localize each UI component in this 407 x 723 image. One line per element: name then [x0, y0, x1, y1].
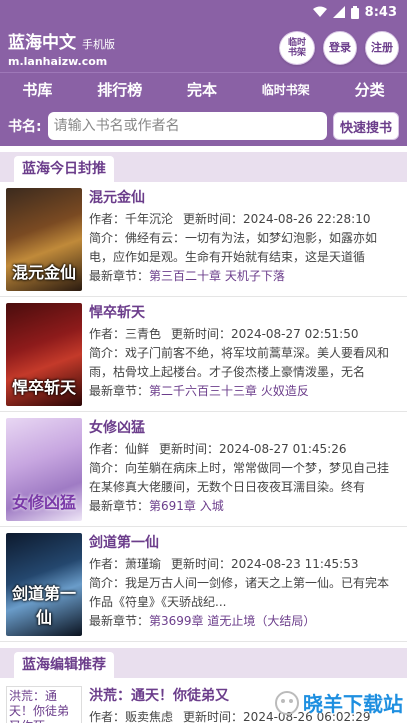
book-author: 千年沉沦: [125, 212, 174, 226]
author-label: 作者：: [89, 710, 126, 723]
intro-label: 简介：: [89, 346, 126, 360]
section-header-editor: 蓝海编辑推荐: [0, 648, 407, 678]
book-intro: 佛经有云：一切有为法，如梦幻泡影，如露亦如电，应作如是观。生命有开始就有结束，这…: [89, 231, 378, 264]
book-author: 萧瑾瑜: [125, 557, 162, 571]
temp-shelf-button[interactable]: 临时书架: [279, 31, 315, 65]
updated-label: 更新时间：: [171, 557, 232, 571]
site-subtitle: 手机版: [82, 38, 115, 51]
status-time: 8:43: [364, 4, 397, 20]
latest-label: 最新章节：: [89, 614, 150, 628]
nav-category[interactable]: 分类: [355, 79, 385, 100]
section-title: 蓝海编辑推荐: [14, 652, 114, 678]
nav-ranking[interactable]: 排行榜: [97, 79, 142, 100]
nav-completed[interactable]: 完本: [187, 79, 217, 100]
author-label: 作者：: [89, 327, 126, 341]
latest-chapter-link[interactable]: 第3699章 道无止境（大结局）: [149, 614, 315, 628]
latest-label: 最新章节：: [89, 269, 150, 283]
intro-label: 简介：: [89, 231, 126, 245]
section-header-today: 蓝海今日封推: [0, 152, 407, 182]
book-cover[interactable]: 混元金仙: [6, 188, 82, 291]
latest-chapter-link[interactable]: 第二千六百三十三章 火奴造反: [149, 384, 309, 398]
nav-temp-shelf[interactable]: 临时书架: [262, 81, 310, 98]
book-updated: 2024-08-23 11:45:53: [231, 557, 359, 571]
book-cover[interactable]: 剑道第一仙: [6, 533, 82, 636]
book-intro: 戏子门前客不绝，将军坟前蒿草深。美人要看风和雨，枯骨坟上起楼台。才子俊杰楼上豪情…: [89, 346, 390, 379]
book-author: 仙鲜: [125, 442, 150, 456]
latest-label: 最新章节：: [89, 384, 150, 398]
book-item: 女修凶猛 女修凶猛 作者：仙鲜 更新时间：2024-08-27 01:45:26 …: [0, 412, 407, 527]
author-label: 作者：: [89, 442, 126, 456]
book-title[interactable]: 悍卒斩天: [89, 303, 401, 323]
book-cover[interactable]: 悍卒斩天: [6, 303, 82, 406]
search-input[interactable]: [47, 112, 327, 140]
author-label: 作者：: [89, 212, 126, 226]
intro-label: 简介：: [89, 461, 126, 475]
sheep-logo-icon: [275, 690, 299, 715]
updated-label: 更新时间：: [159, 442, 220, 456]
author-label: 作者：: [89, 557, 126, 571]
intro-label: 简介：: [89, 576, 126, 590]
book-updated: 2024-08-27 02:51:50: [231, 327, 359, 341]
book-intro: 向苼躺在病床上时，常常做同一个梦，梦见自己挂在某修真大佬腰间，无数个日日夜夜耳濡…: [89, 461, 390, 494]
book-cover-alt-text[interactable]: 洪荒：通天！你徒弟又作死: [6, 686, 82, 723]
book-item: 悍卒斩天 悍卒斩天 作者：三青色 更新时间：2024-08-27 02:51:50…: [0, 297, 407, 412]
search-label: 书名:: [8, 119, 42, 135]
site-domain: m.lanhaizw.com: [8, 55, 108, 68]
quick-search-button[interactable]: 快速搜书: [332, 112, 399, 140]
latest-chapter-link[interactable]: 第三百二十章 天机子下落: [149, 269, 285, 283]
book-title[interactable]: 剑道第一仙: [89, 533, 401, 553]
nav-library[interactable]: 书库: [22, 79, 52, 100]
main-nav: 书库 排行榜 完本 临时书架 分类: [0, 72, 407, 106]
book-author: 贩卖焦虑: [125, 710, 174, 723]
book-updated: 2024-08-26 22:28:10: [243, 212, 371, 226]
book-title[interactable]: 女修凶猛: [89, 418, 401, 438]
latest-chapter-link[interactable]: 第691章 入城: [149, 499, 224, 513]
wifi-icon: [312, 6, 327, 17]
book-author: 三青色: [125, 327, 162, 341]
status-bar: 8:43: [0, 0, 407, 24]
register-button[interactable]: 注册: [365, 31, 399, 65]
watermark: 晓羊下载站: [274, 688, 403, 717]
site-header: 蓝海中文 手机版 m.lanhaizw.com 临时书架 登录 注册: [0, 24, 407, 72]
watermark-text: 晓羊下载站: [303, 692, 403, 716]
updated-label: 更新时间：: [183, 710, 244, 723]
book-cover[interactable]: 女修凶猛: [6, 418, 82, 521]
updated-label: 更新时间：: [183, 212, 244, 226]
site-name: 蓝海中文: [8, 33, 76, 53]
site-brand[interactable]: 蓝海中文 手机版 m.lanhaizw.com: [8, 28, 115, 68]
book-item: 混元金仙 混元金仙 作者：千年沉沦 更新时间：2024-08-26 22:28:1…: [0, 182, 407, 297]
login-button[interactable]: 登录: [323, 31, 357, 65]
book-item: 剑道第一仙 剑道第一仙 作者：萧瑾瑜 更新时间：2024-08-23 11:45:…: [0, 527, 407, 642]
signal-icon: [332, 6, 345, 18]
book-title[interactable]: 混元金仙: [89, 188, 401, 208]
latest-label: 最新章节：: [89, 499, 150, 513]
updated-label: 更新时间：: [171, 327, 232, 341]
section-title: 蓝海今日封推: [14, 156, 114, 182]
book-intro: 我是万古人间一剑修，诸天之上第一仙。已有完本作品《符皇》《天骄战纪...: [89, 576, 390, 609]
battery-icon: [350, 5, 359, 19]
search-bar: 书名: 快速搜书: [0, 106, 407, 146]
book-updated: 2024-08-27 01:45:26: [219, 442, 347, 456]
